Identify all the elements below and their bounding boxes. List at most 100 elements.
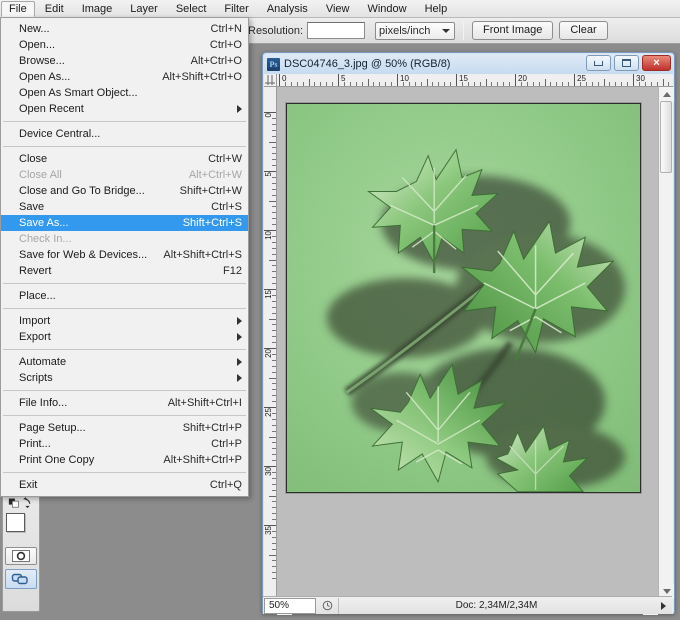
menu-item-open-as[interactable]: Open As... Alt+Shift+Ctrl+O bbox=[1, 69, 248, 85]
menu-item-save-for-web-devices[interactable]: Save for Web & Devices... Alt+Shift+Ctrl+… bbox=[1, 247, 248, 263]
ruler-minor-tick bbox=[272, 176, 276, 178]
canvas-area[interactable] bbox=[277, 87, 658, 599]
ruler-minor-tick bbox=[269, 259, 276, 261]
status-bar: 50% Doc: 2,34M/2,34M bbox=[263, 596, 672, 614]
ruler-minor-tick bbox=[361, 82, 363, 86]
menu-item-page-setup[interactable]: Page Setup... Shift+Ctrl+P bbox=[1, 420, 248, 436]
menu-layer[interactable]: Layer bbox=[122, 1, 166, 17]
menu-item-label: Export bbox=[19, 331, 51, 343]
file-menu-dropdown[interactable]: New... Ctrl+N Open... Ctrl+O Browse... Alt+Ct… bbox=[0, 17, 249, 497]
quick-mask-button[interactable] bbox=[5, 547, 37, 565]
close-button[interactable]: × bbox=[642, 55, 671, 71]
scroll-up-button[interactable] bbox=[659, 87, 674, 102]
menu-item-device-central[interactable]: Device Central... bbox=[1, 126, 248, 142]
vertical-scroll-thumb[interactable] bbox=[660, 101, 672, 173]
ruler-minor-tick bbox=[379, 82, 381, 86]
ruler-minor-tick bbox=[272, 271, 276, 273]
menu-item-open-recent[interactable]: Open Recent bbox=[1, 101, 248, 117]
ruler-minor-tick bbox=[414, 82, 416, 86]
submenu-arrow-icon bbox=[237, 374, 242, 382]
minimize-icon bbox=[594, 60, 603, 66]
vertical-scrollbar[interactable] bbox=[658, 87, 674, 599]
ruler-minor-tick bbox=[272, 159, 276, 161]
ruler-minor-tick bbox=[314, 82, 316, 86]
ruler-minor-tick bbox=[269, 141, 276, 143]
menu-item-revert[interactable]: Revert F12 bbox=[1, 263, 248, 279]
menu-item-close-and-go-to-bridge[interactable]: Close and Go To Bridge... Shift+Ctrl+W bbox=[1, 183, 248, 199]
ruler-minor-tick bbox=[402, 82, 404, 86]
triangle-right-icon bbox=[660, 601, 666, 610]
menu-help[interactable]: Help bbox=[417, 1, 456, 17]
ruler-minor-tick bbox=[272, 265, 276, 267]
menu-image[interactable]: Image bbox=[74, 1, 121, 17]
ruler-minor-tick bbox=[391, 82, 393, 86]
menu-item-shortcut: Alt+Shift+Ctrl+S bbox=[163, 249, 242, 261]
menu-file[interactable]: File bbox=[1, 0, 35, 17]
ruler-minor-tick bbox=[503, 82, 505, 86]
units-dropdown[interactable]: pixels/inch bbox=[375, 21, 456, 40]
menu-item-automate[interactable]: Automate bbox=[1, 354, 248, 370]
menu-item-save[interactable]: Save Ctrl+S bbox=[1, 199, 248, 215]
menu-separator bbox=[3, 146, 246, 147]
ruler-minor-tick bbox=[272, 353, 276, 355]
resolution-input[interactable] bbox=[307, 22, 366, 39]
menu-view[interactable]: View bbox=[318, 1, 358, 17]
menu-item-new[interactable]: New... Ctrl+N bbox=[1, 21, 248, 37]
ruler-minor-tick bbox=[497, 82, 499, 86]
menu-item-open-as-smart-object[interactable]: Open As Smart Object... bbox=[1, 85, 248, 101]
ruler-minor-tick bbox=[272, 306, 276, 308]
menu-item-label: Save for Web & Devices... bbox=[19, 249, 148, 261]
ruler-minor-tick bbox=[473, 82, 475, 86]
menu-item-import[interactable]: Import bbox=[1, 313, 248, 329]
menu-item-file-info[interactable]: File Info... Alt+Shift+Ctrl+I bbox=[1, 395, 248, 411]
menu-item-save-as[interactable]: Save As... Shift+Ctrl+S bbox=[1, 215, 248, 231]
menu-item-shortcut: Alt+Shift+Ctrl+P bbox=[163, 454, 242, 466]
ruler-minor-tick bbox=[272, 519, 276, 521]
ruler-minor-tick bbox=[272, 123, 276, 125]
menu-window[interactable]: Window bbox=[359, 1, 414, 17]
ruler-origin-corner[interactable] bbox=[264, 74, 277, 87]
menu-filter[interactable]: Filter bbox=[216, 1, 256, 17]
clear-button[interactable]: Clear bbox=[559, 21, 608, 40]
menu-item-label: Close and Go To Bridge... bbox=[19, 185, 145, 197]
ruler-minor-tick bbox=[332, 82, 334, 86]
document-titlebar[interactable]: Ps DSC04746_3.jpg @ 50% (RGB/8) × bbox=[264, 54, 673, 74]
zoom-level-field[interactable]: 50% bbox=[264, 597, 316, 614]
menu-item-open[interactable]: Open... Ctrl+O bbox=[1, 37, 248, 53]
menu-item-shortcut: Ctrl+Q bbox=[209, 479, 242, 491]
ruler-minor-tick bbox=[272, 483, 276, 485]
ruler-minor-tick bbox=[308, 79, 310, 86]
ruler-minor-tick bbox=[461, 82, 463, 86]
menu-item-label: Open As Smart Object... bbox=[19, 87, 138, 99]
menu-item-export[interactable]: Export bbox=[1, 329, 248, 345]
color-swatches[interactable] bbox=[5, 513, 37, 543]
ruler-minor-tick bbox=[272, 247, 276, 249]
front-image-button[interactable]: Front Image bbox=[472, 21, 554, 40]
menu-analysis[interactable]: Analysis bbox=[259, 1, 316, 17]
ruler-minor-tick bbox=[656, 82, 658, 86]
menu-item-browse[interactable]: Browse... Alt+Ctrl+O bbox=[1, 53, 248, 69]
menu-item-print[interactable]: Print... Ctrl+P bbox=[1, 436, 248, 452]
minimize-button[interactable] bbox=[586, 55, 611, 71]
menu-item-print-one-copy[interactable]: Print One Copy Alt+Shift+Ctrl+P bbox=[1, 452, 248, 468]
status-menu-button[interactable] bbox=[654, 601, 672, 610]
ruler-minor-tick bbox=[532, 82, 534, 86]
menu-item-place[interactable]: Place... bbox=[1, 288, 248, 304]
menu-item-scripts[interactable]: Scripts bbox=[1, 370, 248, 386]
menu-item-close[interactable]: Close Ctrl+W bbox=[1, 151, 248, 167]
menu-item-label: File Info... bbox=[19, 397, 68, 409]
ruler-minor-tick bbox=[272, 312, 276, 314]
screen-mode-button[interactable] bbox=[5, 569, 37, 589]
menu-edit[interactable]: Edit bbox=[37, 1, 72, 17]
menu-select[interactable]: Select bbox=[168, 1, 215, 17]
maximize-button[interactable] bbox=[614, 55, 639, 71]
ruler-minor-tick bbox=[538, 82, 540, 86]
image-artboard[interactable] bbox=[286, 103, 641, 493]
submenu-arrow-icon bbox=[237, 317, 242, 325]
ruler-minor-tick bbox=[272, 401, 276, 403]
ruler-minor-tick bbox=[269, 200, 276, 202]
ruler-minor-tick bbox=[272, 194, 276, 196]
menu-item-exit[interactable]: Exit Ctrl+Q bbox=[1, 477, 248, 493]
ruler-minor-tick bbox=[302, 82, 304, 86]
foreground-color-swatch[interactable] bbox=[6, 513, 25, 532]
